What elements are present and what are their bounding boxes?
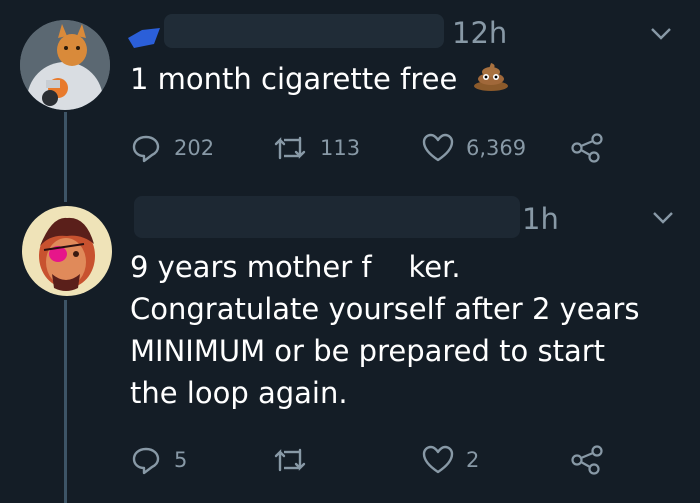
retweet-icon xyxy=(274,448,306,472)
tweet-1-body: 1 month cigarette free xyxy=(130,58,509,102)
avatar-eyepatch-man[interactable] xyxy=(22,206,112,296)
reply-count: 202 xyxy=(174,136,215,160)
tweet-1-timestamp: 12h xyxy=(452,16,508,50)
reply-button[interactable]: 5 xyxy=(130,440,187,480)
heart-icon xyxy=(422,133,454,162)
redacted-username xyxy=(134,196,520,238)
pile-of-poo-icon xyxy=(473,60,509,102)
tweet-2-line-2: Congratulate yourself after 2 years xyxy=(130,292,640,326)
tweet-2-body: 9 years mother f ker. Congratulate yours… xyxy=(130,246,639,414)
share-icon xyxy=(571,133,603,163)
heart-icon xyxy=(422,445,454,474)
share-icon xyxy=(571,445,603,475)
chevron-down-icon[interactable] xyxy=(652,210,674,226)
reply-button[interactable]: 202 xyxy=(130,128,214,168)
tweet-2-line-4: the loop again. xyxy=(130,376,348,410)
reply-count: 5 xyxy=(174,448,188,472)
avatar-astronaut-cat[interactable] xyxy=(20,20,110,110)
tweet-2-line-1: 9 years mother f ker. xyxy=(130,250,461,284)
reply-icon xyxy=(132,135,160,163)
retweet-button[interactable] xyxy=(272,440,308,480)
chevron-down-icon[interactable] xyxy=(650,26,672,42)
like-count: 6,369 xyxy=(466,136,527,160)
redacted-username xyxy=(164,14,444,48)
tweet-1-actions: 202 113 6,369 xyxy=(0,128,700,168)
retweet-icon xyxy=(274,136,306,160)
avatar-image xyxy=(22,206,112,296)
tweet-2-timestamp: 1h xyxy=(522,202,559,236)
tweet-2-line-3: MINIMUM or be prepared to start xyxy=(130,334,606,368)
retweet-button[interactable]: 113 xyxy=(272,128,360,168)
avatar-image xyxy=(20,20,110,110)
like-button[interactable]: 2 xyxy=(422,440,479,480)
retweet-count: 113 xyxy=(320,136,361,160)
like-count: 2 xyxy=(466,448,480,472)
like-button[interactable]: 6,369 xyxy=(422,128,526,168)
share-button[interactable] xyxy=(570,440,604,480)
reply-icon xyxy=(132,447,160,475)
share-button[interactable] xyxy=(570,128,604,168)
tweet-1-text: 1 month cigarette free xyxy=(130,62,458,96)
tweet-2-actions: 5 2 xyxy=(0,440,700,480)
blue-badge-icon xyxy=(128,28,160,48)
